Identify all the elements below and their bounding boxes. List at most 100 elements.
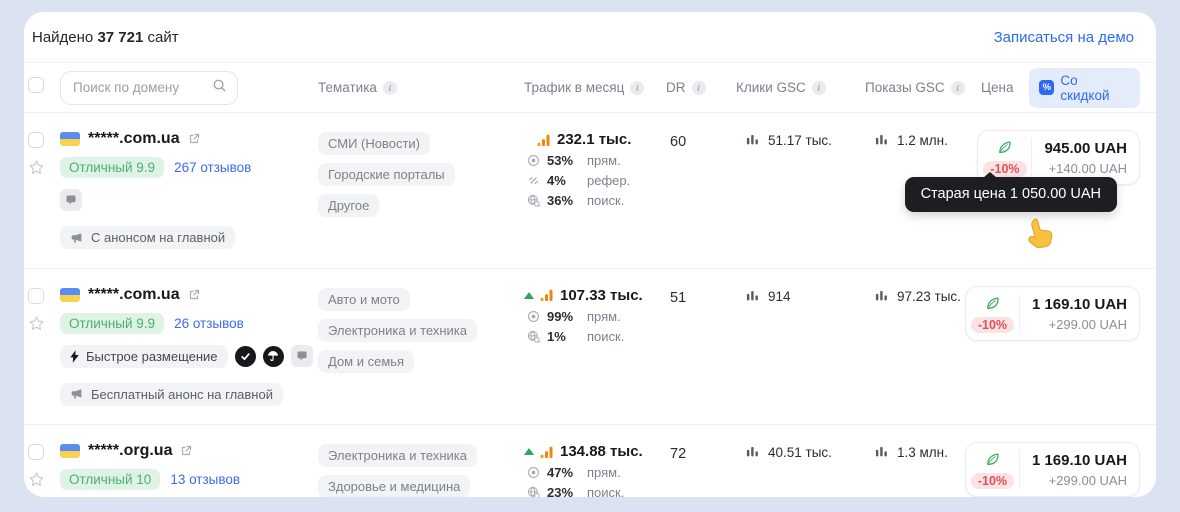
gsc-clicks-value: 914: [768, 289, 791, 304]
traffic-cell: 232.1 тыс. 53%прям. 4%рефер. 36%поиск.: [524, 130, 646, 250]
ukraine-flag-icon: [60, 288, 80, 302]
direct-traffic-icon: [526, 310, 540, 323]
discount-coupon-icon: %: [1039, 80, 1054, 95]
traffic-cell: 107.33 тыс. 99%прям. 1%поиск.: [524, 286, 646, 407]
topic-tag: Здоровье и медицина: [318, 475, 470, 497]
referral-traffic-icon: [526, 174, 540, 187]
gsc-impressions-cell: 1.3 млн.: [845, 442, 981, 497]
price-value: 1 169.10 UAH: [1032, 296, 1127, 313]
info-icon[interactable]: i: [692, 81, 706, 95]
traffic-bars-icon: [537, 133, 551, 147]
discount-badge: -10%: [971, 473, 1014, 489]
traffic-total-value: 134.88 тыс.: [560, 443, 643, 460]
column-header-clicks: Клики GSCi: [716, 80, 845, 95]
price-value: 1 169.10 UAH: [1032, 452, 1127, 469]
dr-value: 51: [646, 286, 716, 407]
search-traffic-icon: [526, 330, 540, 343]
direct-traffic-icon: [526, 154, 540, 167]
price-extra-value: +140.00 UAH: [1049, 161, 1127, 176]
external-link-icon[interactable]: [188, 133, 200, 145]
bar-chart-icon: [746, 289, 759, 302]
ukraine-flag-icon: [60, 444, 80, 458]
table-header: Тематикаi Трафик в месяцi DRi Клики GSCi…: [24, 63, 1156, 113]
topic-tag: Другое: [318, 194, 379, 217]
gsc-clicks-cell: 914: [716, 286, 845, 407]
discount-badge: -10%: [971, 317, 1014, 333]
reviews-link[interactable]: 26 отзывов: [174, 316, 244, 331]
external-link-icon[interactable]: [188, 289, 200, 301]
topic-tag: СМИ (Новости): [318, 132, 430, 155]
search-traffic-icon: [526, 486, 540, 497]
traffic-bars-icon: [540, 288, 554, 302]
topic-tag: Дом и семья: [318, 350, 414, 373]
discount-filter-toggle[interactable]: % Со скидкой: [1029, 68, 1140, 108]
info-icon[interactable]: i: [383, 81, 397, 95]
rating-badge: Отличный 10: [60, 469, 160, 490]
topics-cell: Авто и мото Электроника и техника Дом и …: [312, 286, 524, 407]
direct-traffic-icon: [526, 466, 540, 479]
rating-badge: Отличный 9.9: [60, 157, 164, 178]
leaf-icon: [996, 139, 1013, 156]
traffic-total-value: 232.1 тыс.: [557, 131, 631, 148]
announce-tag: Бесплатный анонс на главной: [60, 383, 283, 406]
favorite-star-icon[interactable]: [28, 158, 45, 176]
topic-tag: Электроника и техника: [318, 444, 477, 467]
gsc-clicks-cell: 51.17 тыс.: [716, 130, 845, 250]
price-card[interactable]: -10% 1 169.10 UAH +299.00 UAH: [965, 442, 1140, 497]
info-icon[interactable]: i: [812, 81, 826, 95]
traffic-cell: 134.88 тыс. 47%прям. 23%поиск. 29%соц.се…: [524, 442, 646, 497]
topics-cell: Электроника и техника Здоровье и медицин…: [312, 442, 524, 497]
pointing-finger-icon: [1019, 214, 1058, 259]
bar-chart-icon: [875, 289, 888, 302]
domain-link[interactable]: *****.com.ua: [88, 130, 180, 148]
topic-tag: Городские порталы: [318, 163, 455, 186]
info-icon[interactable]: i: [630, 81, 644, 95]
price-extra-value: +299.00 UAH: [1049, 473, 1127, 488]
domain-search-box: [60, 71, 238, 105]
row-checkbox[interactable]: [28, 288, 44, 304]
top-bar: Найдено 37 721 сайт Записаться на демо: [24, 12, 1156, 63]
ukraine-flag-icon: [60, 132, 80, 146]
column-header-dr: DRi: [646, 80, 716, 95]
announce-tag: С анонсом на главной: [60, 226, 235, 249]
dr-value: 60: [646, 130, 716, 250]
old-price-tooltip: Старая цена 1 050.00 UAH: [905, 177, 1117, 212]
favorite-star-icon[interactable]: [28, 314, 45, 332]
reviews-link[interactable]: 267 отзывов: [174, 160, 251, 175]
demo-signup-link[interactable]: Записаться на демо: [994, 29, 1134, 46]
row-checkbox[interactable]: [28, 132, 44, 148]
domain-search-input[interactable]: [73, 80, 204, 95]
topic-tag: Электроника и техника: [318, 319, 477, 342]
found-count-text: Найдено 37 721 сайт: [32, 29, 179, 46]
domain-link[interactable]: *****.com.ua: [88, 286, 180, 304]
site-cell: *****.org.ua Отличный 10 13 отзывов Быст…: [60, 442, 312, 497]
row-checkbox[interactable]: [28, 444, 44, 460]
trend-up-icon: [524, 292, 534, 299]
info-icon[interactable]: i: [951, 81, 965, 95]
gsc-clicks-value: 51.17 тыс.: [768, 133, 832, 148]
megaphone-icon: [70, 387, 84, 401]
topics-cell: СМИ (Новости) Городские порталы Другое: [312, 130, 524, 250]
quick-placement-tag: Быстрое размещение: [60, 345, 228, 368]
price-value: 945.00 UAH: [1044, 140, 1127, 157]
site-row: *****.com.ua Отличный 9.9 267 отзывов С …: [24, 113, 1156, 269]
domain-link[interactable]: *****.org.ua: [88, 442, 172, 460]
bar-chart-icon: [746, 133, 759, 146]
lightning-icon: [70, 350, 79, 363]
column-header-traffic: Трафик в месяцi: [524, 80, 646, 95]
price-card[interactable]: -10% 1 169.10 UAH +299.00 UAH: [965, 286, 1140, 341]
topic-tag: Авто и мото: [318, 288, 410, 311]
search-icon[interactable]: [212, 78, 227, 98]
rating-badge: Отличный 9.9: [60, 313, 164, 334]
external-link-icon[interactable]: [180, 445, 192, 457]
reviews-link[interactable]: 13 отзывов: [170, 472, 240, 487]
gsc-impressions-value: 1.2 млн.: [897, 133, 948, 148]
trend-up-icon: [524, 448, 534, 455]
select-all-checkbox[interactable]: [28, 77, 44, 93]
favorite-star-icon[interactable]: [28, 470, 45, 488]
price-extra-value: +299.00 UAH: [1049, 317, 1127, 332]
leaf-icon: [984, 451, 1001, 468]
comments-icon: [291, 345, 313, 367]
traffic-bars-icon: [540, 445, 554, 459]
verified-check-icon: [235, 346, 256, 367]
